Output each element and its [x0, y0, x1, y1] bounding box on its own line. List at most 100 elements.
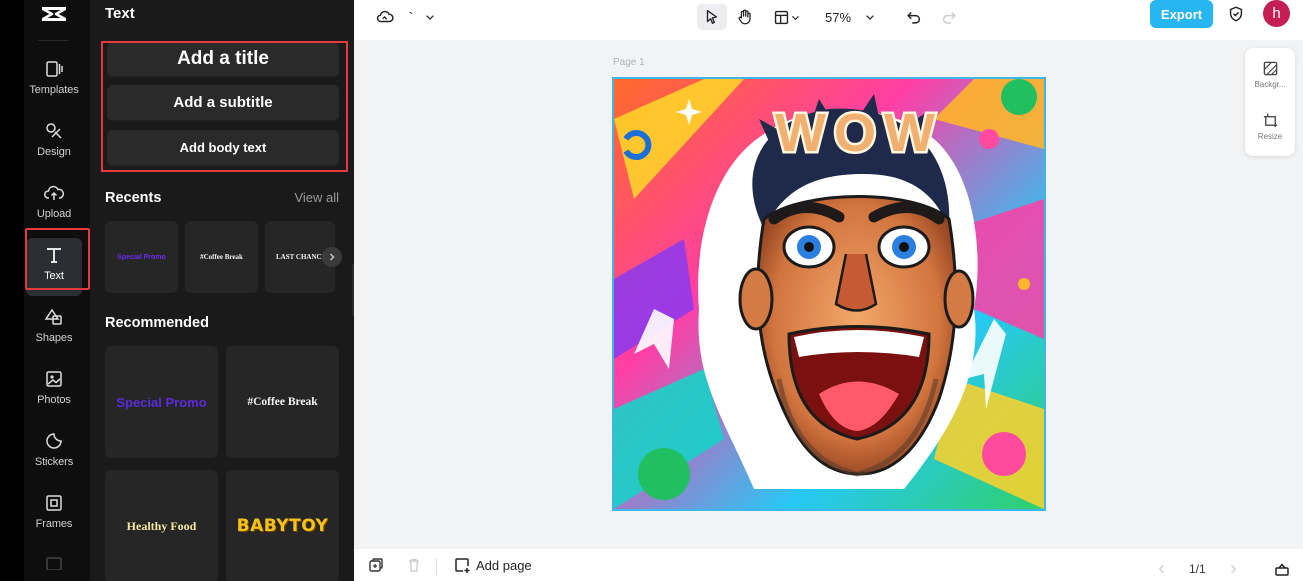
- recommended-text-style[interactable]: Healthy Food: [105, 470, 218, 581]
- security-button[interactable]: [1224, 1, 1248, 27]
- chevron-right-icon: [330, 253, 335, 261]
- shield-check-icon: [1229, 6, 1243, 22]
- view-all-link[interactable]: View all: [294, 190, 339, 205]
- templates-icon: [46, 61, 63, 77]
- zoom-level[interactable]: 57%: [818, 4, 858, 30]
- more-icon[interactable]: [45, 556, 63, 570]
- add-text-highlight: [101, 41, 348, 172]
- photos-icon: [46, 371, 62, 387]
- recommended-heading: Recommended: [105, 315, 209, 331]
- recommended-style-label: #Coffee Break: [247, 396, 318, 408]
- recommended-style-label: BABYTOY: [236, 516, 329, 536]
- background-tool-label: Backgr...: [1254, 80, 1286, 89]
- right-side-tools: Backgr... Resize: [1245, 48, 1295, 156]
- rail-divider: [38, 40, 68, 41]
- artboard-page[interactable]: WOW WOW: [612, 77, 1046, 511]
- recommended-text-style[interactable]: Special Promo: [105, 346, 218, 458]
- recent-style-label: #Coffee Break: [200, 253, 243, 261]
- hand-icon: [738, 9, 751, 25]
- undo-icon: [907, 11, 921, 24]
- pages-panel-icon: [1275, 563, 1289, 576]
- rail-item-design[interactable]: Design: [26, 114, 82, 172]
- recents-heading: Recents: [105, 190, 162, 206]
- recommended-text-style[interactable]: #Coffee Break: [226, 346, 339, 458]
- add-page-label: Add page: [476, 557, 532, 573]
- select-tool-button[interactable]: [697, 4, 727, 30]
- redo-icon: [942, 11, 956, 24]
- user-avatar[interactable]: h: [1263, 0, 1290, 27]
- pointer-icon: [706, 10, 718, 24]
- rail-label: Shapes: [35, 332, 73, 344]
- rail-label: Upload: [36, 208, 72, 220]
- rail-item-templates[interactable]: Templates: [26, 52, 82, 110]
- background-tool-button[interactable]: Backgr...: [1245, 60, 1295, 89]
- recent-style-label: LAST CHANCE: [276, 253, 327, 261]
- bottom-divider: [436, 559, 437, 575]
- hand-tool-button[interactable]: [731, 4, 759, 30]
- recommended-style-label: Special Promo: [116, 394, 207, 410]
- rail-item-shapes[interactable]: Shapes: [26, 300, 82, 358]
- zoom-menu-button[interactable]: [860, 4, 880, 30]
- next-page-button[interactable]: [1227, 563, 1239, 575]
- rail-label: Frames: [35, 518, 73, 530]
- chevron-down-icon: [426, 15, 434, 20]
- rail-label: Photos: [37, 394, 71, 406]
- resize-tool-button[interactable]: Resize: [1245, 112, 1295, 141]
- pages-panel-toggle[interactable]: [1274, 561, 1290, 577]
- rail-item-frames[interactable]: Frames: [26, 486, 82, 544]
- panel-title: Text: [105, 5, 135, 22]
- recent-text-style[interactable]: Special Promo: [105, 221, 178, 293]
- rail-item-stickers[interactable]: Stickers: [26, 424, 82, 482]
- resize-tool-label: Resize: [1257, 132, 1283, 141]
- project-title[interactable]: `: [404, 4, 418, 30]
- chevron-down-icon: [792, 15, 799, 20]
- rail-label: Design: [37, 146, 71, 158]
- cloud-icon: [376, 10, 394, 23]
- add-page-button[interactable]: Add page: [454, 557, 532, 573]
- duplicate-page-button[interactable]: [368, 557, 384, 573]
- cloud-sync-button[interactable]: [372, 4, 398, 30]
- page-label: Page 1: [613, 57, 645, 68]
- rail-edge: [0, 0, 24, 581]
- recents-next-button[interactable]: [322, 247, 342, 267]
- rail-label: Templates: [29, 84, 79, 96]
- rail-item-photos[interactable]: Photos: [26, 362, 82, 420]
- project-menu-button[interactable]: [422, 4, 438, 30]
- stickers-icon: [46, 433, 62, 449]
- rail-item-upload[interactable]: Upload: [26, 176, 82, 234]
- frames-icon: [46, 495, 62, 511]
- chevron-left-icon: [1158, 564, 1164, 574]
- undo-button[interactable]: [902, 4, 926, 30]
- rail-label: Stickers: [34, 456, 74, 468]
- page-counter: 1/1: [1189, 562, 1206, 576]
- resize-icon: [1263, 113, 1277, 128]
- bottom-toolbar: Add page 1/1: [354, 549, 1303, 581]
- text-tab-highlight: [25, 228, 90, 290]
- layout-button[interactable]: [769, 4, 805, 30]
- layout-icon: [774, 10, 789, 24]
- delete-page-button[interactable]: [406, 557, 422, 573]
- duplicate-icon: [369, 558, 383, 572]
- wow-text-fill: WOW: [775, 103, 943, 163]
- chevron-right-icon: [1231, 564, 1237, 574]
- top-toolbar: ` 57% Export h: [354, 0, 1303, 40]
- shapes-icon: [44, 308, 62, 325]
- left-rail: Templates Design Upload Text Shapes Phot…: [0, 0, 90, 581]
- export-button[interactable]: Export: [1150, 0, 1213, 28]
- recommended-text-style[interactable]: BABYTOY: [226, 470, 339, 581]
- background-icon: [1263, 61, 1277, 76]
- design-icon: [46, 123, 62, 139]
- upload-icon: [44, 185, 64, 200]
- capcut-logo-icon[interactable]: [40, 4, 68, 24]
- recent-text-style[interactable]: #Coffee Break: [185, 221, 258, 293]
- add-page-icon: [455, 558, 470, 573]
- trash-icon: [409, 558, 419, 572]
- prev-page-button[interactable]: [1156, 563, 1168, 575]
- canvas-area: Page 1 WOW WOW Backgr... Resize: [354, 40, 1303, 549]
- text-panel: Text Add a title Add a subtitle Add body…: [90, 0, 354, 581]
- redo-button[interactable]: [937, 4, 961, 30]
- recommended-style-label: Healthy Food: [126, 518, 197, 533]
- chevron-down-icon: [866, 15, 874, 20]
- wow-face-illustration[interactable]: WOW WOW: [614, 79, 1044, 509]
- recent-style-label: Special Promo: [117, 253, 166, 261]
